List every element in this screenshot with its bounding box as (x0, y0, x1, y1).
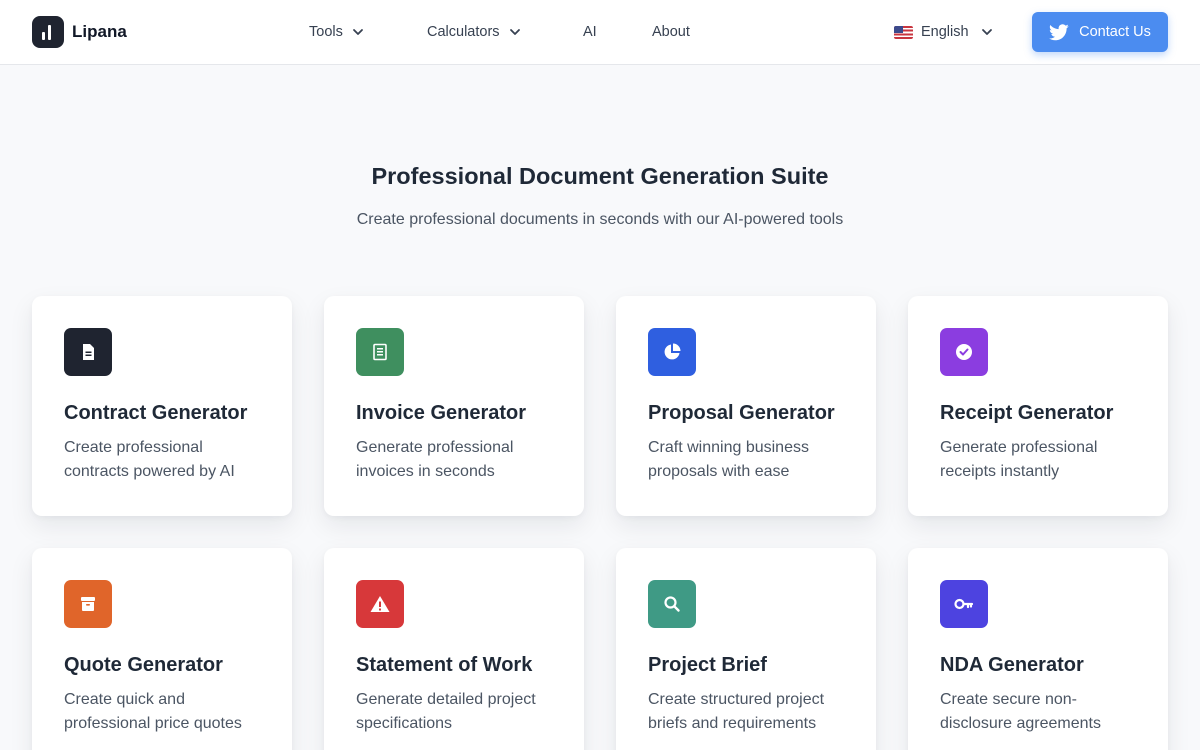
card-title: Invoice Generator (356, 402, 527, 424)
card-title: Quote Generator (64, 654, 223, 676)
nav-item-label: Tools (309, 24, 343, 40)
card-title: Proposal Generator (648, 402, 835, 424)
logo-icon (32, 16, 64, 48)
chevron-down-icon (352, 26, 364, 38)
twitter-icon (1049, 23, 1069, 40)
card-description: Generate professional receipts instantly (940, 439, 1098, 480)
document-icon (64, 328, 112, 376)
card-title: Receipt Generator (940, 402, 1114, 424)
card-statement-of-work[interactable]: Statement of Work Generate detailed proj… (324, 548, 584, 750)
card-description: Create professional contracts powered by… (64, 439, 235, 480)
card-description: Create structured project briefs and req… (648, 691, 825, 732)
top-navbar: Lipana Tools Calculators AI About Englis… (0, 0, 1200, 65)
logo[interactable]: Lipana (32, 16, 127, 48)
page-subtitle: Create professional documents in seconds… (356, 211, 844, 228)
key-icon (940, 580, 988, 628)
chevron-down-icon (981, 26, 993, 38)
nav-item-label: AI (583, 24, 597, 40)
card-description: Create secure non-disclosure agreements (940, 691, 1101, 732)
card-contract-generator[interactable]: Contract Generator Create professional c… (32, 296, 292, 516)
warning-icon (356, 580, 404, 628)
logo-text: Lipana (72, 22, 127, 41)
card-description: Generate detailed project specifications (356, 691, 536, 732)
nav-item-ai[interactable]: AI (583, 22, 597, 42)
card-quote-generator[interactable]: Quote Generator Create quick and profess… (32, 548, 292, 750)
page-title: Professional Document Generation Suite (371, 163, 829, 189)
card-title: Project Brief (648, 654, 767, 676)
contact-us-label: Contact Us (1079, 24, 1151, 40)
nav-item-label: Calculators (427, 24, 500, 40)
language-label: English (921, 24, 969, 40)
chevron-down-icon (509, 26, 521, 38)
card-description: Generate professional invoices in second… (356, 439, 514, 480)
receipt-icon (356, 328, 404, 376)
nav-item-about[interactable]: About (652, 22, 690, 42)
card-nda-generator[interactable]: NDA Generator Create secure non-disclosu… (908, 548, 1168, 750)
contact-us-button[interactable]: Contact Us (1032, 12, 1168, 52)
card-project-brief[interactable]: Project Brief Create structured project … (616, 548, 876, 750)
check-circle-icon (940, 328, 988, 376)
archive-icon (64, 580, 112, 628)
card-title: NDA Generator (940, 654, 1084, 676)
us-flag-icon (894, 25, 913, 39)
nav-item-label: About (652, 24, 690, 40)
nav-item-calculators[interactable]: Calculators (427, 22, 521, 42)
card-description: Craft winning business proposals with ea… (648, 439, 809, 480)
pie-chart-icon (648, 328, 696, 376)
card-proposal-generator[interactable]: Proposal Generator Craft winning busines… (616, 296, 876, 516)
card-title: Statement of Work (356, 654, 533, 676)
card-title: Contract Generator (64, 402, 248, 424)
card-description: Create quick and professional price quot… (64, 691, 242, 732)
search-icon (648, 580, 696, 628)
card-receipt-generator[interactable]: Receipt Generator Generate professional … (908, 296, 1168, 516)
nav-item-tools[interactable]: Tools (309, 22, 364, 42)
card-invoice-generator[interactable]: Invoice Generator Generate professional … (324, 296, 584, 516)
language-selector[interactable]: English (894, 22, 993, 42)
